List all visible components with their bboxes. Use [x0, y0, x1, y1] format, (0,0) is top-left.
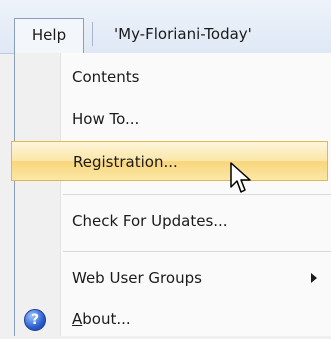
chevron-right-icon	[311, 273, 317, 283]
menu-item-contents[interactable]: Contents	[15, 57, 331, 97]
menu-bar: Help 'My-Floriani-Today'	[0, 0, 331, 54]
menu-separator	[92, 22, 93, 46]
mouse-cursor-icon	[230, 162, 251, 193]
menu-item-label: Web User Groups	[72, 269, 202, 287]
menu-item-registration[interactable]: Registration...	[11, 141, 328, 181]
menu-item-about[interactable]: ? About...	[15, 299, 331, 339]
help-circle-icon: ?	[24, 309, 46, 331]
menu-document-title[interactable]: 'My-Floriani-Today'	[114, 18, 252, 50]
menu-item-label: Contents	[72, 68, 140, 86]
menu-separator	[63, 194, 331, 195]
menu-item-label: Registration...	[73, 153, 178, 171]
menu-item-label: About...	[72, 310, 131, 328]
menu-item-label: Check For Updates...	[72, 212, 228, 230]
menu-item-check-for-updates[interactable]: Check For Updates...	[15, 201, 331, 241]
menu-item-how-to[interactable]: How To...	[15, 99, 331, 139]
menu-item-web-user-groups[interactable]: Web User Groups	[15, 258, 331, 298]
menu-help[interactable]: Help	[14, 18, 84, 54]
menu-separator	[63, 251, 331, 252]
menu-item-label: How To...	[72, 110, 140, 128]
help-dropdown-menu: Contents How To... Registration... Check…	[11, 53, 331, 339]
